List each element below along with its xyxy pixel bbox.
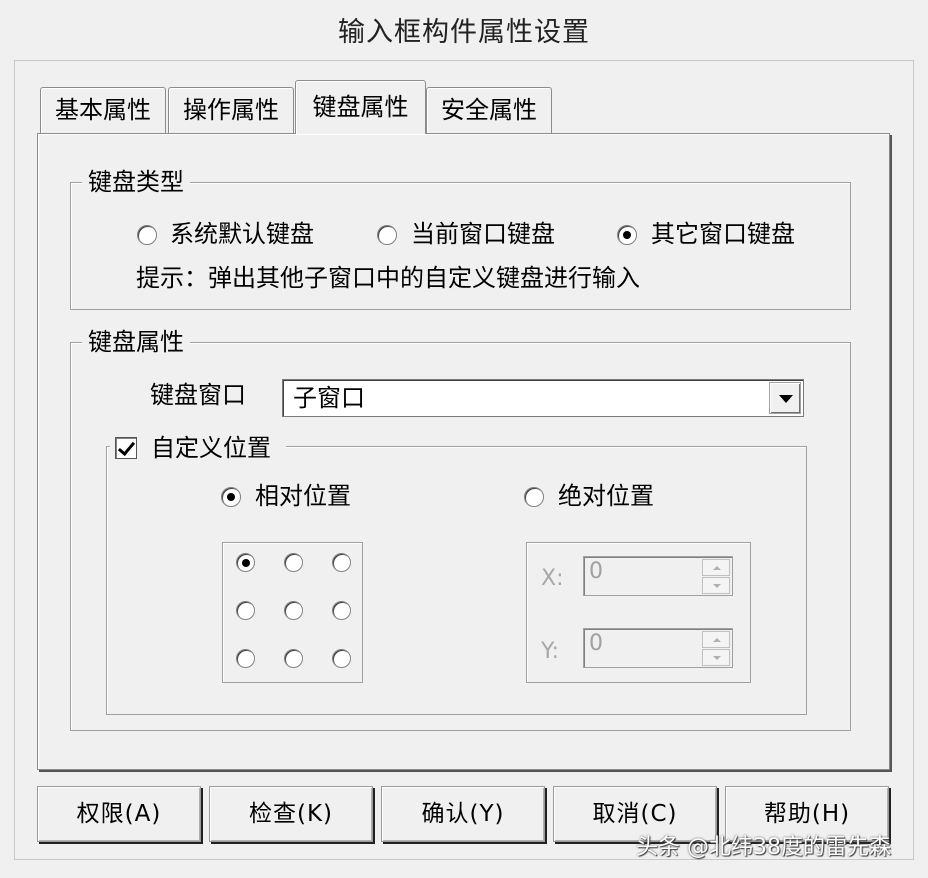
anchor-bottom-right[interactable]: [332, 649, 351, 668]
x-spin-up-icon[interactable]: [702, 559, 730, 576]
keyboard-type-hint: 提示：弹出其他子窗口中的自定义键盘进行输入: [136, 264, 640, 292]
keyboard-window-value: 子窗口: [293, 384, 365, 412]
anchor-top-center[interactable]: [284, 553, 303, 572]
anchor-bottom-left[interactable]: [236, 649, 255, 668]
keyboard-props-group-label: 键盘属性: [82, 328, 190, 356]
keyboard-window-label: 键盘窗口: [150, 381, 246, 409]
check-button[interactable]: 检查(K): [209, 786, 373, 842]
radio-relative-position[interactable]: [221, 487, 241, 507]
anchor-top-right[interactable]: [332, 553, 351, 572]
custom-position-checkbox[interactable]: [115, 437, 137, 459]
radio-absolute-position[interactable]: [524, 487, 544, 507]
custom-position-label[interactable]: 自定义位置: [151, 433, 271, 463]
watermark: 头条 @北纬38度的雷先森: [636, 835, 891, 860]
keyboard-window-select[interactable]: 子窗口: [282, 379, 804, 417]
anchor-center[interactable]: [284, 601, 303, 620]
radio-other-window-keyboard-label[interactable]: 其它窗口键盘: [651, 219, 795, 249]
radio-system-default-keyboard[interactable]: [137, 225, 157, 245]
y-value: 0: [589, 631, 603, 656]
dialog-title: 输入框构件属性设置: [338, 17, 590, 48]
anchor-bottom-center[interactable]: [284, 649, 303, 668]
anchor-middle-left[interactable]: [236, 601, 255, 620]
tab-security[interactable]: 安全属性: [426, 87, 552, 133]
y-spin-down-icon[interactable]: [702, 649, 730, 666]
chevron-down-icon[interactable]: [769, 382, 801, 414]
keyboard-type-group-label: 键盘类型: [82, 168, 190, 196]
radio-current-window-keyboard[interactable]: [377, 225, 397, 245]
property-dialog: 输入框构件属性设置 基本属性 操作属性 键盘属性 安全属性 键盘类型 系统默认键…: [0, 0, 928, 878]
confirm-button[interactable]: 确认(Y): [381, 786, 545, 842]
x-spin-down-icon[interactable]: [702, 577, 730, 594]
x-label: X:: [541, 566, 564, 591]
radio-current-window-keyboard-label[interactable]: 当前窗口键盘: [411, 219, 555, 249]
y-spin-up-icon[interactable]: [702, 631, 730, 648]
radio-absolute-position-label[interactable]: 绝对位置: [558, 481, 654, 511]
x-value: 0: [589, 559, 603, 584]
anchor-top-left[interactable]: [236, 553, 255, 572]
tab-basic[interactable]: 基本属性: [40, 87, 166, 133]
y-spinner[interactable]: 0: [583, 628, 733, 668]
radio-system-default-keyboard-label[interactable]: 系统默认键盘: [170, 219, 314, 249]
permission-button[interactable]: 权限(A): [37, 786, 201, 842]
radio-other-window-keyboard[interactable]: [617, 225, 637, 245]
radio-relative-position-label[interactable]: 相对位置: [255, 481, 351, 511]
x-spinner[interactable]: 0: [583, 556, 733, 596]
tab-operation[interactable]: 操作属性: [168, 87, 294, 133]
anchor-middle-right[interactable]: [332, 601, 351, 620]
y-label: Y:: [541, 639, 559, 664]
tab-keyboard[interactable]: 键盘属性: [295, 80, 426, 134]
